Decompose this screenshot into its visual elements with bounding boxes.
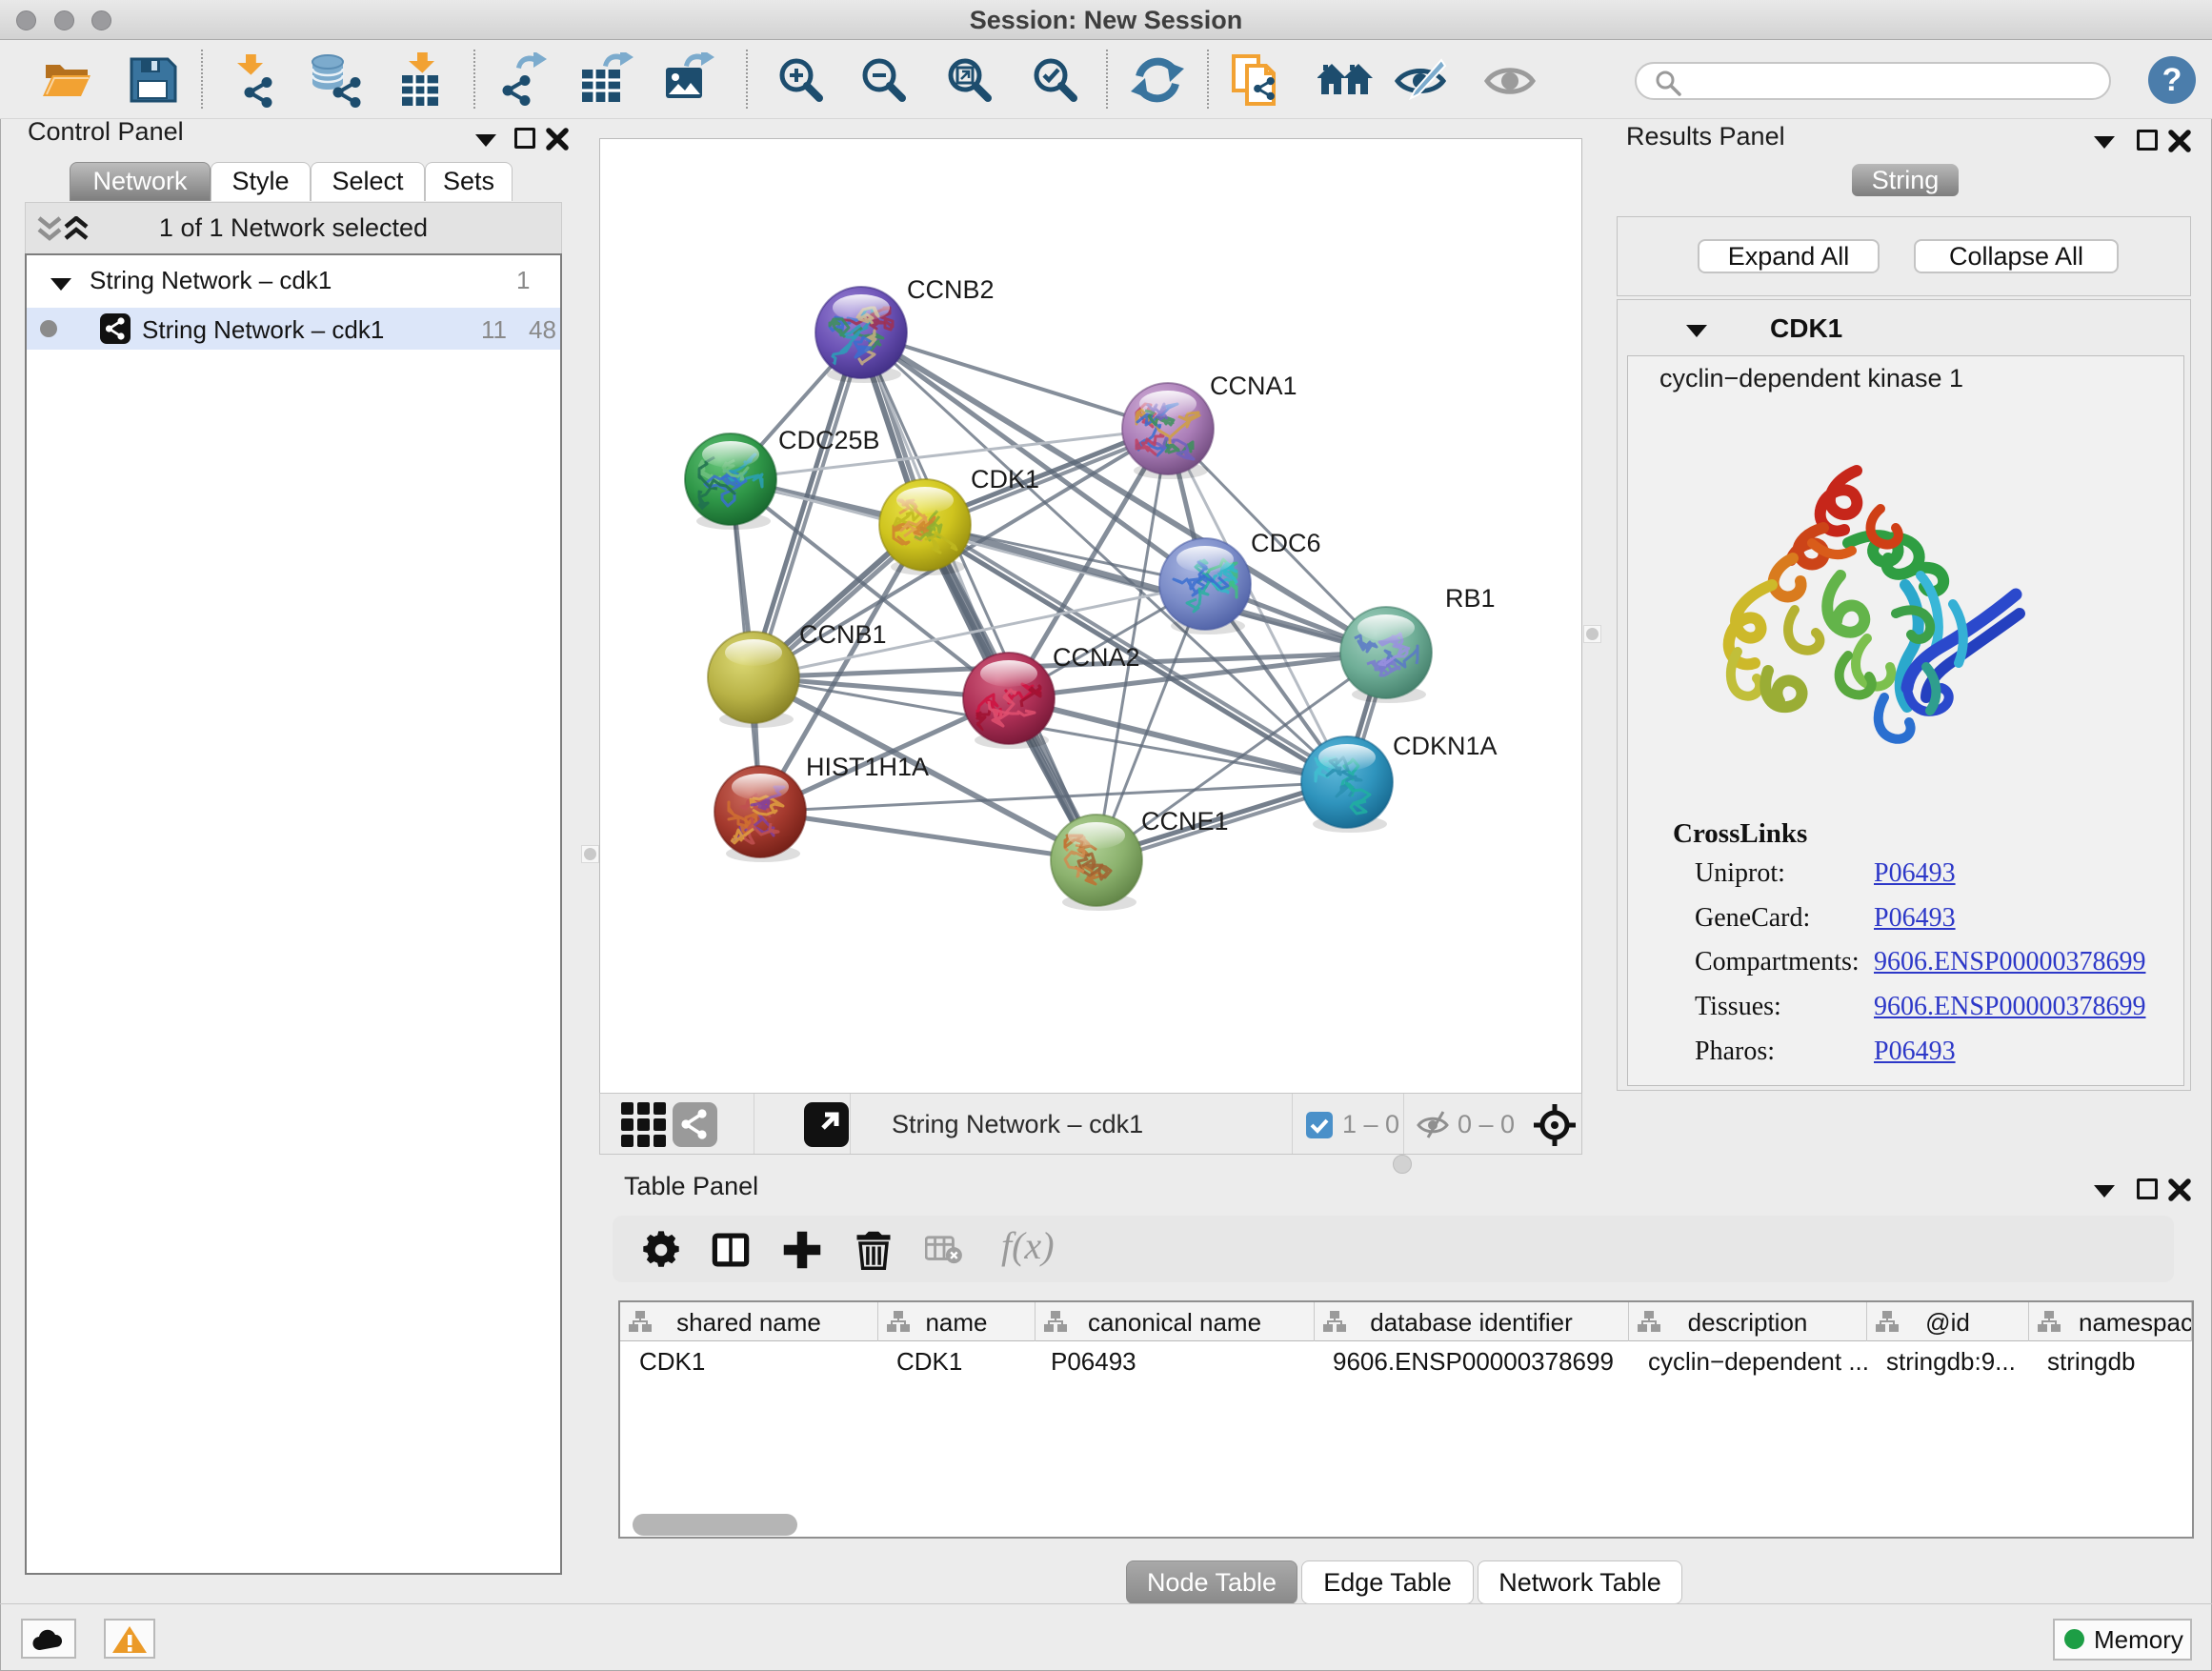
svg-text:CDC6: CDC6 xyxy=(1251,529,1321,557)
svg-text:CCNB1: CCNB1 xyxy=(799,620,887,649)
svg-text:CCNB2: CCNB2 xyxy=(907,275,995,304)
svg-text:CCNA1: CCNA1 xyxy=(1210,372,1297,400)
svg-text:CDC25B: CDC25B xyxy=(778,426,880,454)
svg-text:CDKN1A: CDKN1A xyxy=(1393,732,1498,760)
svg-text:RB1: RB1 xyxy=(1445,584,1496,613)
svg-text:CDK1: CDK1 xyxy=(971,465,1039,493)
svg-text:CCNA2: CCNA2 xyxy=(1053,643,1140,672)
svg-text:CCNE1: CCNE1 xyxy=(1141,807,1229,836)
svg-text:HIST1H1A: HIST1H1A xyxy=(806,753,929,781)
